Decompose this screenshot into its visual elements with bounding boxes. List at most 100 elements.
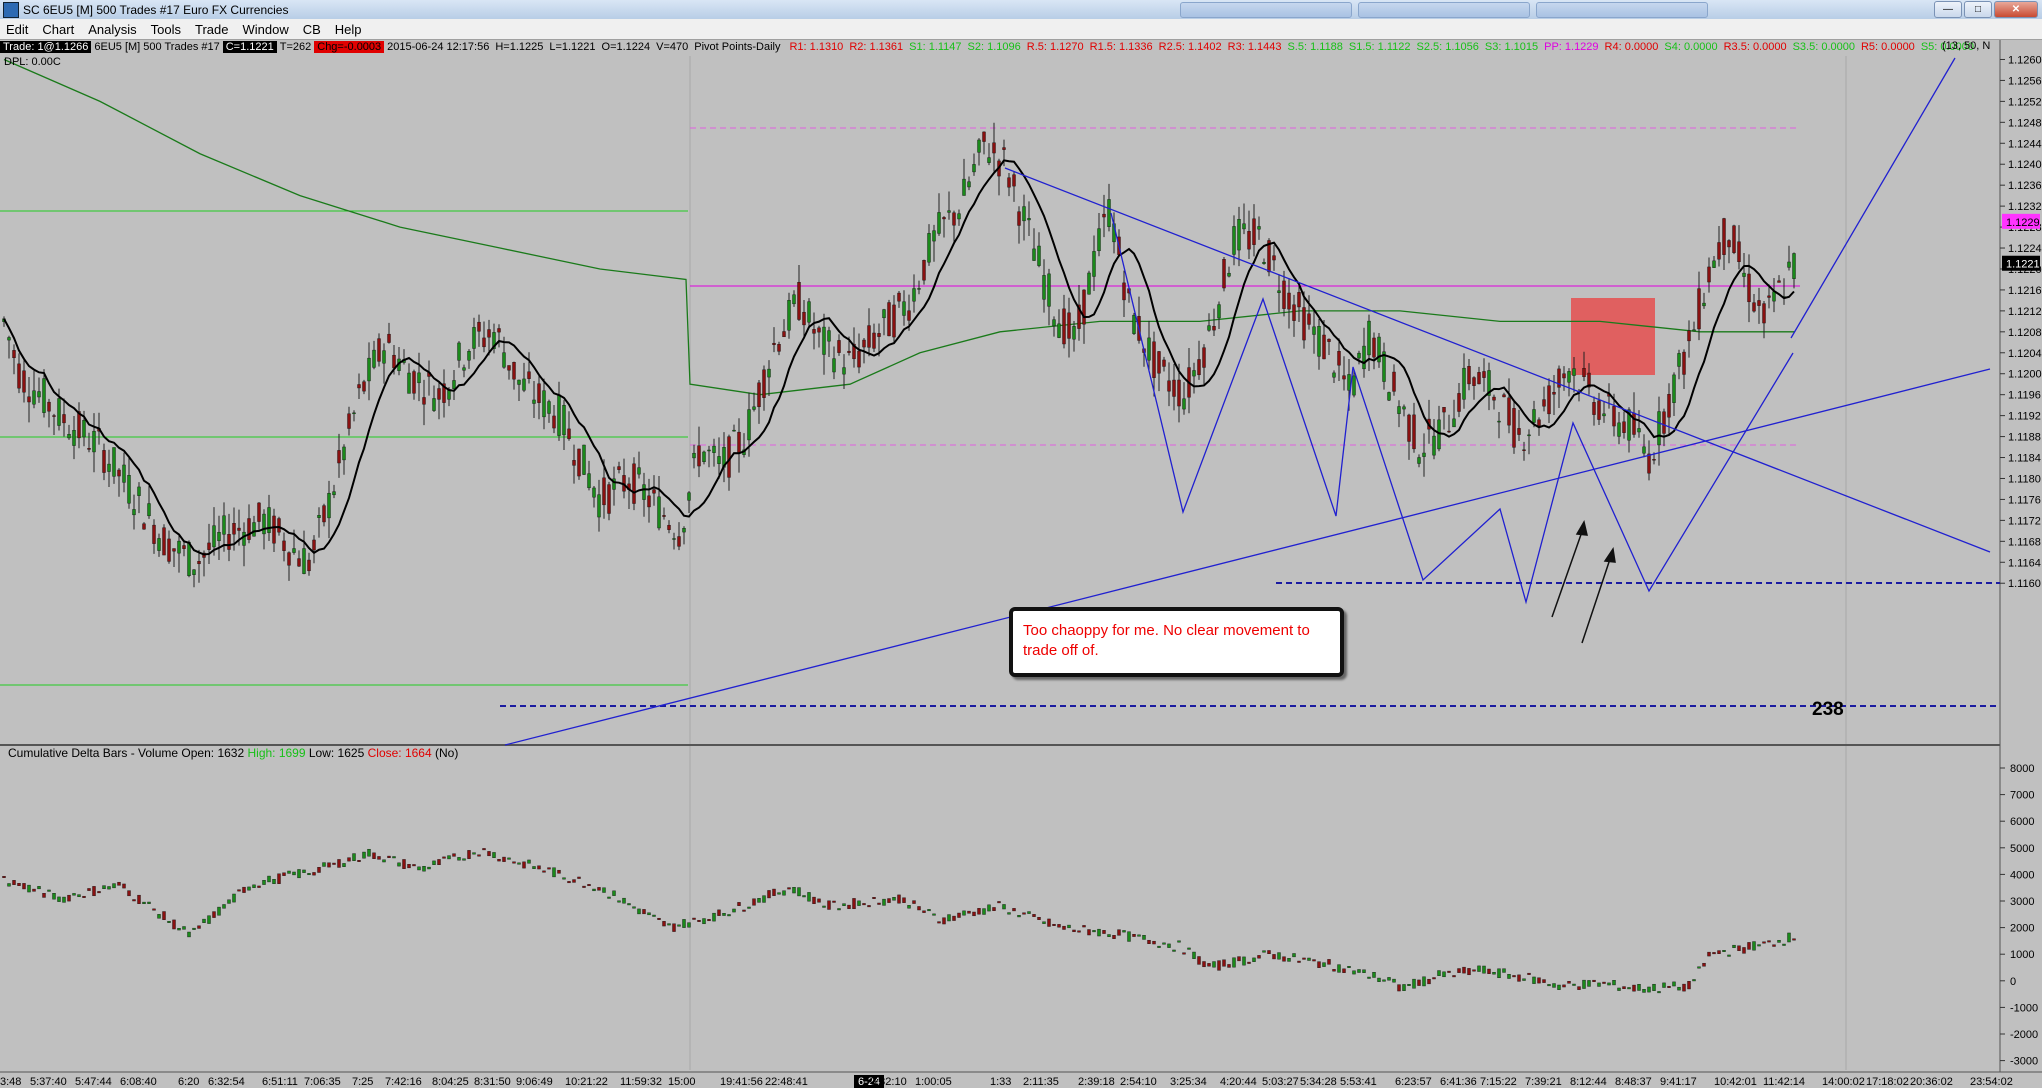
delta-bar [42,893,46,898]
candle-body [387,333,391,343]
delta-bar [302,869,306,873]
delta-bar [542,870,546,873]
menu-window[interactable]: Window [236,22,296,37]
candle-body [707,449,711,452]
delta-bar [822,905,826,908]
window-tab[interactable] [1358,2,1530,18]
window-tab[interactable] [1180,2,1352,18]
candle-body [317,515,321,518]
candle-body [17,363,21,389]
window-tab[interactable] [1536,2,1708,18]
menu-trade[interactable]: Trade [189,22,236,37]
delta-bar [202,918,206,923]
candle-body [1472,377,1476,386]
price-chart[interactable]: 1.1260 1.1256 1.1252 1.1248 1.1244 1.1240 1.12… [0,40,2042,1088]
delta-bar [1367,976,1371,979]
candle-body [932,230,936,242]
candle-body [1567,371,1571,383]
delta-bar [1177,940,1181,943]
candle-body [1222,259,1226,289]
pivot-value: S1: 1.1147 [909,41,962,53]
menu-chart[interactable]: Chart [36,22,82,37]
minimize-icon[interactable]: — [1934,1,1962,18]
time-tick-label: 6:23:57 [1395,1076,1432,1088]
delta-bar [912,900,916,904]
delta-bar [482,848,486,851]
candle-body [1527,434,1531,437]
delta-bar [197,925,201,929]
delta-bar [17,883,21,886]
candle-body [1617,422,1621,437]
menu-help[interactable]: Help [329,22,370,37]
candle-body [1532,409,1536,423]
menu-edit[interactable]: Edit [0,22,36,37]
time-tick-label: 5:34:28 [1300,1076,1337,1088]
candle-body [1717,242,1721,260]
candle-body [452,380,456,390]
delta-bar [397,862,401,867]
delta-bar [567,881,571,884]
candle-body [197,561,201,565]
annotation-note[interactable]: Too chaoppy for me. No clear movement to… [1009,607,1344,677]
time-tick-label: 22:48:41 [765,1076,808,1088]
candle-body [1182,398,1186,410]
delta-bar [782,890,786,896]
delta-bar [1052,923,1056,926]
time-tick-label: 9:41:17 [1660,1076,1697,1088]
candle-body [1657,411,1661,446]
candle-body [732,429,736,432]
candle-body [1062,308,1066,345]
candle-body [937,212,941,234]
delta-bar [532,866,536,869]
candle-body [367,357,371,382]
menu-analysis[interactable]: Analysis [82,22,144,37]
candle-body [697,445,701,467]
price-badge-label: 1.1221 [2006,259,2040,271]
delta-bar [757,898,761,903]
candle-body [1482,371,1486,378]
candle-body [142,523,146,530]
maximize-icon[interactable]: □ [1964,1,1992,18]
pivot-value: R3: 1.1443 [1227,41,1282,53]
delta-tick-label: 7000 [2010,790,2034,802]
candle-body [1107,199,1111,227]
candle-body [1602,413,1606,417]
delta-bar [1522,978,1526,981]
delta-bar [662,921,666,927]
delta-bar [812,896,816,904]
candle-body [1092,251,1096,277]
lower-flag: (No) [435,746,459,760]
price-tick-label: 1.1244 [2008,138,2042,150]
lower-close: Close: 1664 [367,746,432,760]
menu-tools[interactable]: Tools [145,22,189,37]
delta-bar [1087,929,1091,936]
candle-body [1727,240,1731,248]
delta-bar [1242,956,1246,966]
time-tick-label: 19:41:56 [720,1076,763,1088]
delta-bar [1472,969,1476,972]
delta-bar [902,897,906,903]
candle-body [912,288,916,302]
window-title: SC 6EU5 [M] 500 Trades #17 Euro FX Curre… [23,2,289,17]
menu-cb[interactable]: CB [297,22,329,37]
delta-bar [57,896,61,902]
delta-bar [157,914,161,919]
delta-bar [1132,934,1136,937]
delta-bar [707,919,711,922]
delta-bar [1712,952,1716,955]
delta-tick-label: 5000 [2010,843,2034,855]
delta-bar [947,914,951,922]
close-icon[interactable]: ✕ [1994,1,2038,18]
lower-open: Open: 1632 [181,746,245,760]
candle-body [157,538,161,551]
candle-body [177,540,181,554]
candle-body [747,409,751,441]
price-tick-label: 1.1192 [2008,411,2041,423]
candle-body [222,515,226,535]
status-datetime: 2015-06-24 12:17:56 [387,41,490,53]
candle-body [1517,428,1521,435]
delta-bar [977,908,981,915]
candle-body [1732,225,1736,253]
candle-body [192,569,196,575]
delta-bar [27,884,31,893]
